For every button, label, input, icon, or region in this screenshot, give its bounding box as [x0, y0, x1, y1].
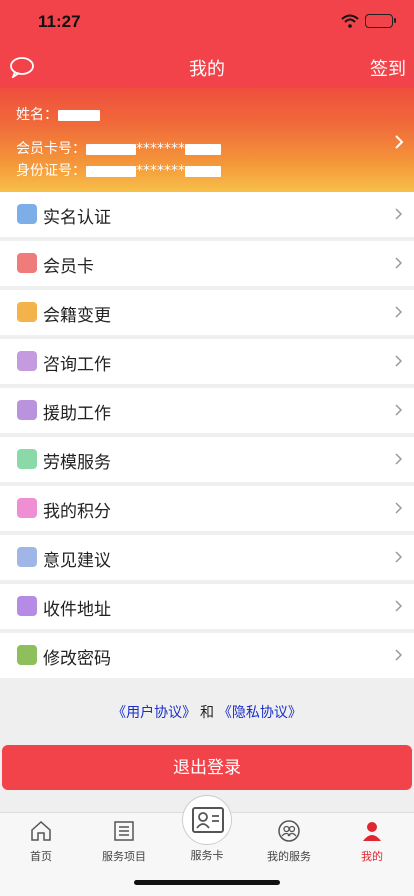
chevron-right-icon [395, 404, 402, 416]
status-bar: 11:27 [0, 0, 414, 44]
menu-item-member-card[interactable]: 会员卡 [0, 241, 414, 286]
chevron-right-icon [395, 453, 402, 465]
user-icon [363, 822, 381, 841]
logout-button[interactable]: 退出登录 [2, 745, 412, 790]
status-time: 11:27 [38, 12, 81, 31]
tab-mine[interactable]: 我的 [332, 819, 412, 864]
edit-icon [17, 547, 37, 567]
menu-item-label: 会籍变更 [43, 306, 111, 325]
menu-item-label: 我的积分 [43, 502, 111, 521]
menu-item-consulting[interactable]: 咨询工作 [0, 339, 414, 384]
change-icon [17, 302, 37, 322]
trophy-icon [17, 449, 37, 469]
wifi-icon [341, 14, 359, 28]
tab-service-card[interactable] [182, 795, 232, 845]
menu-item-change-password[interactable]: 修改密码 [0, 633, 414, 678]
chevron-right-icon [395, 257, 402, 269]
menu-item-address[interactable]: 收件地址 [0, 584, 414, 629]
chevron-right-icon [395, 600, 402, 612]
name-row: 姓名： [16, 104, 100, 124]
checkin-button[interactable]: 签到 [370, 55, 406, 81]
menu-item-assistance[interactable]: 援助工作 [0, 388, 414, 433]
key-icon [17, 645, 37, 665]
id-redacted-end [185, 165, 221, 177]
menu-item-label: 实名认证 [43, 208, 111, 227]
people-icon [278, 820, 300, 842]
menu-item-points[interactable]: 我的积分 [0, 486, 414, 531]
id-label: 身份证号： [16, 163, 86, 179]
card-redacted-start [86, 143, 136, 155]
user-agreement-link[interactable]: 《用户协议》 [112, 704, 196, 720]
menu-item-label: 意见建议 [43, 551, 111, 570]
tab-home[interactable]: 首页 [1, 819, 81, 864]
nav-bar: 我的 签到 [0, 44, 414, 88]
agreement-links: 《用户协议》 和 《隐私协议》 [0, 702, 414, 722]
chevron-right-icon [395, 208, 402, 220]
menu-item-label: 劳模服务 [43, 453, 111, 472]
tab-label: 服务项目 [102, 851, 146, 863]
tab-label: 我的服务 [267, 851, 311, 863]
chevron-right-icon [395, 355, 402, 367]
menu-item-realname[interactable]: 实名认证 [0, 192, 414, 237]
id-row: 身份证号： ******* [16, 160, 221, 180]
location-icon [17, 596, 37, 616]
profile-banner[interactable]: 姓名： 会员卡号： ******* 身份证号： ******* [0, 88, 414, 192]
id-card-icon [192, 807, 224, 833]
menu-item-label: 会员卡 [43, 257, 94, 276]
menu-item-label: 收件地址 [43, 600, 111, 619]
list-icon [114, 821, 134, 841]
name-redacted [58, 109, 100, 121]
chevron-right-icon [395, 502, 402, 514]
menu-item-membership-change[interactable]: 会籍变更 [0, 290, 414, 335]
battery-icon [365, 14, 396, 28]
home-icon [31, 820, 51, 841]
chevron-right-icon [395, 306, 402, 318]
tab-label: 服务卡 [190, 850, 224, 862]
cart-icon [17, 498, 37, 518]
chevron-right-icon [395, 649, 402, 661]
card-icon [17, 253, 37, 273]
id-masked: ******* [136, 163, 185, 179]
name-label: 姓名： [16, 107, 58, 123]
menu-item-model-worker[interactable]: 劳模服务 [0, 437, 414, 482]
menu-item-label: 修改密码 [43, 649, 111, 668]
tab-my-services[interactable]: 我的服务 [249, 819, 329, 864]
header: 11:27 我的 签到 [0, 0, 414, 88]
card-masked: ******* [136, 141, 185, 157]
card-redacted-end [185, 143, 221, 155]
card-label: 会员卡号： [16, 141, 86, 157]
tab-label: 首页 [30, 851, 52, 863]
person-icon [17, 204, 37, 224]
graduation-cap-icon [17, 351, 37, 371]
home-indicator [134, 880, 280, 885]
menu-item-feedback[interactable]: 意见建议 [0, 535, 414, 580]
chevron-right-icon [395, 135, 404, 149]
card-row: 会员卡号： ******* [16, 138, 221, 158]
tab-label: 我的 [361, 851, 383, 863]
menu-item-label: 援助工作 [43, 404, 111, 423]
page-title: 我的 [189, 59, 225, 79]
agreement-and: 和 [196, 704, 218, 720]
chevron-right-icon [395, 551, 402, 563]
privacy-agreement-link[interactable]: 《隐私协议》 [218, 704, 302, 720]
id-redacted-start [86, 165, 136, 177]
graduation-cap-icon [17, 400, 37, 420]
tab-services[interactable]: 服务项目 [84, 819, 164, 864]
menu-item-label: 咨询工作 [43, 355, 111, 374]
